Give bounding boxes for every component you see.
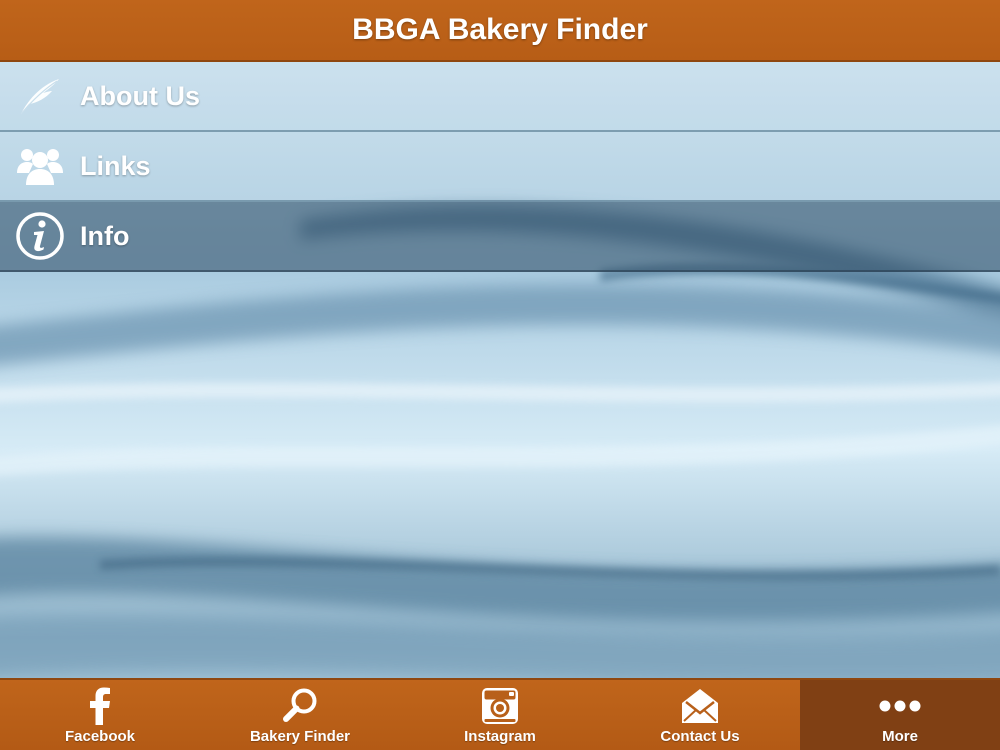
menu-item-about-us[interactable]: About Us bbox=[0, 62, 1000, 132]
page-title: BBGA Bakery Finder bbox=[352, 13, 648, 46]
more-menu-list: About Us Links Info bbox=[0, 62, 1000, 272]
tab-label: Instagram bbox=[464, 728, 536, 745]
tab-label: More bbox=[882, 728, 918, 745]
menu-item-label: Links bbox=[80, 150, 151, 181]
tab-bakery-finder[interactable]: Bakery Finder bbox=[200, 680, 400, 750]
bottom-tab-bar: Facebook Bakery Finder Instagram Contact… bbox=[0, 678, 1000, 750]
facebook-icon bbox=[78, 686, 122, 726]
envelope-icon bbox=[678, 686, 722, 726]
tab-label: Contact Us bbox=[660, 728, 740, 745]
search-icon bbox=[278, 686, 322, 726]
tab-more[interactable]: More bbox=[800, 680, 1000, 750]
feather-icon bbox=[15, 71, 65, 121]
app-screen: BBGA Bakery Finder About Us Links Info F… bbox=[0, 0, 1000, 750]
tab-contact-us[interactable]: Contact Us bbox=[600, 680, 800, 750]
menu-item-label: About Us bbox=[80, 80, 200, 111]
tab-instagram[interactable]: Instagram bbox=[400, 680, 600, 750]
menu-item-info[interactable]: Info bbox=[0, 202, 1000, 272]
more-dots-icon bbox=[878, 686, 922, 726]
tab-facebook[interactable]: Facebook bbox=[0, 680, 200, 750]
people-icon bbox=[15, 141, 65, 191]
camera-icon bbox=[478, 686, 522, 726]
tab-label: Bakery Finder bbox=[249, 728, 351, 745]
menu-item-label: Info bbox=[80, 220, 130, 251]
info-icon bbox=[15, 211, 65, 261]
tab-label: Facebook bbox=[64, 728, 136, 745]
menu-item-links[interactable]: Links bbox=[0, 132, 1000, 202]
app-header: BBGA Bakery Finder bbox=[0, 0, 1000, 62]
